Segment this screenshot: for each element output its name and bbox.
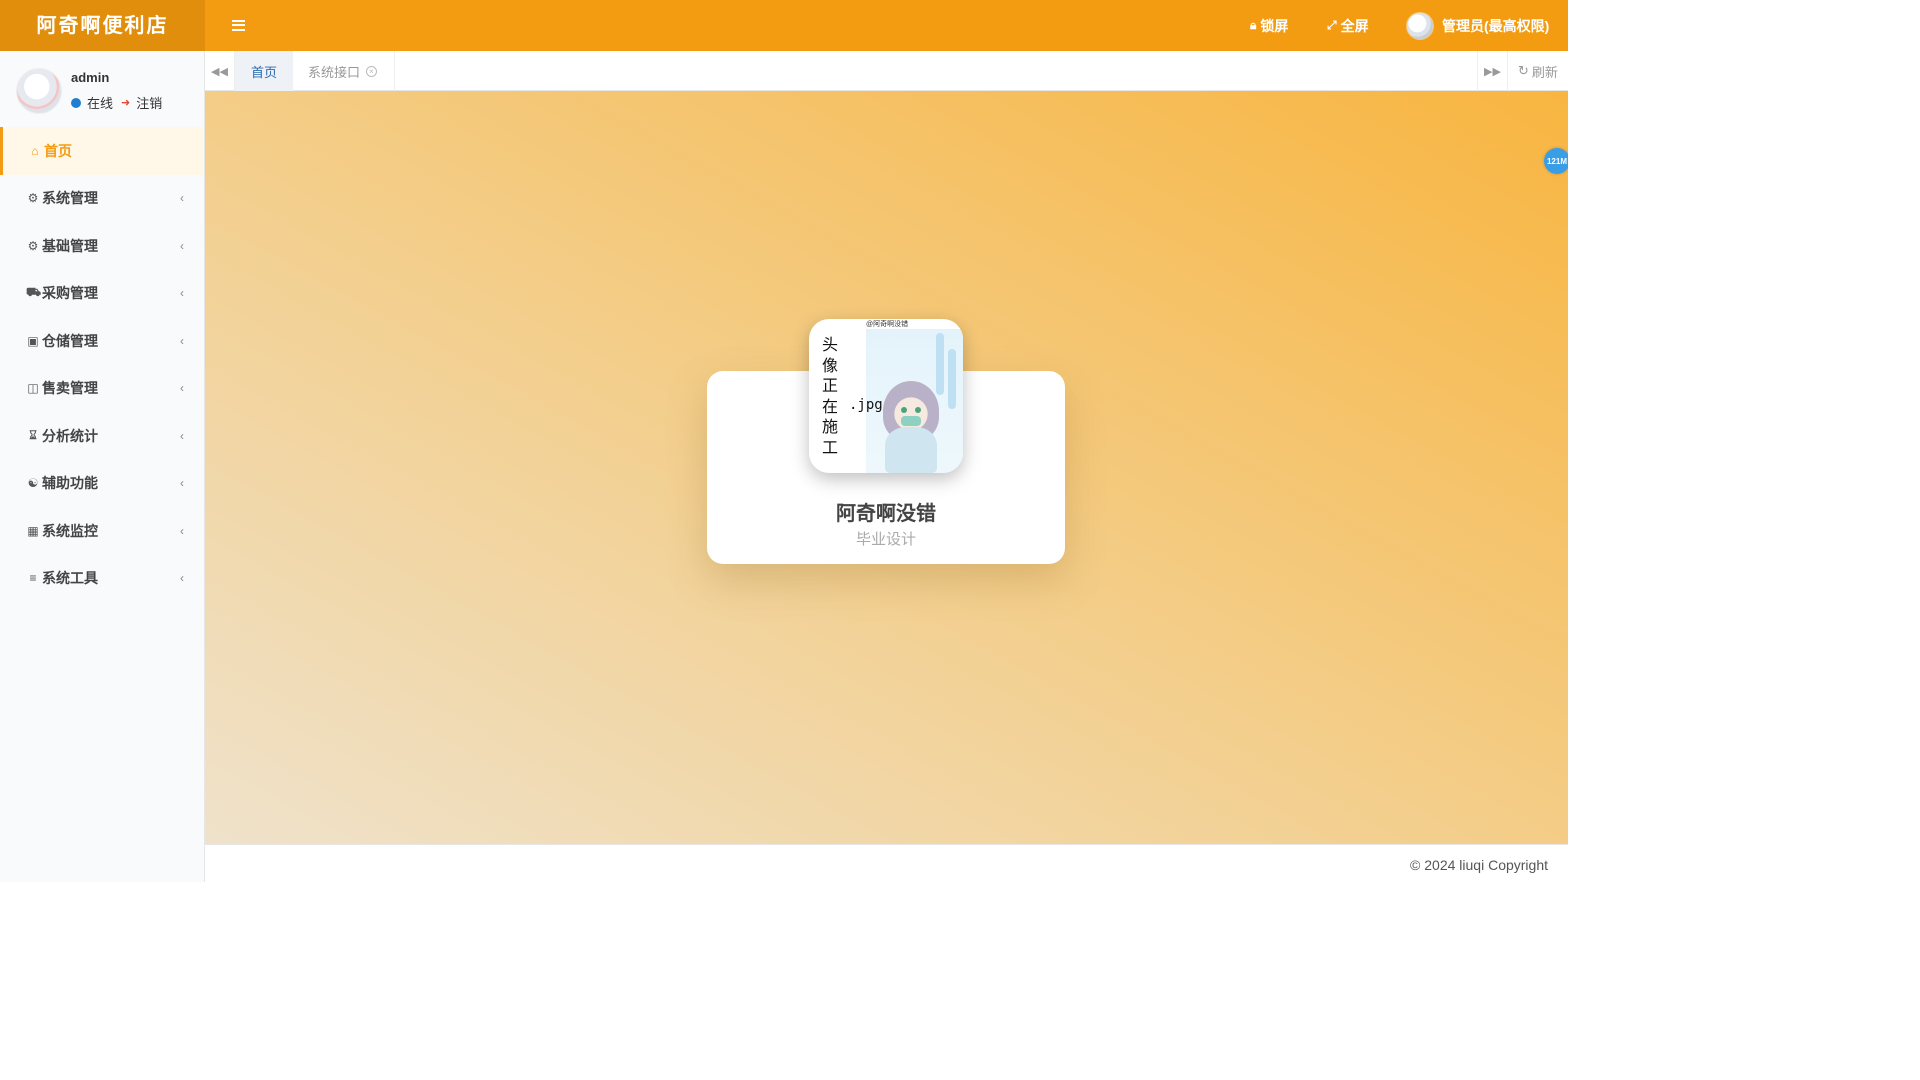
footer: © 2024 liuqi Copyright (205, 844, 1568, 882)
tabs-scroll-left-button[interactable]: ◀◀ (205, 51, 235, 91)
sidebar-item-basic-management[interactable]: ⚙ 基础管理 ‹ (0, 222, 204, 270)
cubes-icon: ▣ (27, 333, 39, 348)
avatar-tag (936, 333, 944, 395)
user-panel: admin 在线 ➜ 注销 (0, 51, 204, 127)
refresh-icon: ↻ (1518, 63, 1529, 78)
avatar-text: 头像正在施工 (822, 335, 839, 457)
user-role-label: 管理员(最高权限) (1442, 17, 1550, 34)
sidebar-item-monitoring[interactable]: ▦ 系统监控 ‹ (0, 507, 204, 555)
refresh-button[interactable]: ↻ 刷新 (1507, 51, 1568, 91)
sidebar-item-label: 基础管理 (42, 237, 98, 254)
character-body (885, 427, 937, 473)
sidebar-item-home[interactable]: ⌂ 首页 (0, 127, 204, 175)
truck-icon: ⛟ (26, 285, 42, 300)
refresh-label: 刷新 (1531, 64, 1558, 80)
hamburger-icon (231, 19, 245, 31)
main-content: 121M @阿奇啊没错 头像正在施工 .jpg 阿奇啊没错 毕业设计 (205, 91, 1568, 844)
chevron-left-icon: ‹ (180, 286, 184, 301)
sidebar-item-purchase-management[interactable]: ⛟ 采购管理 ‹ (0, 270, 204, 318)
sidebar-item-tools[interactable]: ≡ 系统工具 ‹ (0, 555, 204, 603)
sidebar-item-label: 系统管理 (42, 190, 98, 207)
profile-avatar: @阿奇啊没错 头像正在施工 .jpg (809, 319, 963, 473)
sidebar-item-sales-management[interactable]: ◫ 售卖管理 ‹ (0, 365, 204, 413)
logout-link[interactable]: ➜ 注销 (121, 93, 162, 112)
fullscreen-button[interactable]: ⤢ 全屏 (1327, 0, 1369, 51)
chevron-left-icon: ‹ (180, 333, 184, 348)
chevron-left-icon: ‹ (180, 238, 184, 253)
sidebar-item-warehouse-management[interactable]: ▣ 仓储管理 ‹ (0, 317, 204, 365)
chevron-left-icon: ‹ (180, 381, 184, 396)
username: admin (71, 70, 110, 85)
sidebar-item-analytics[interactable]: ⌛︎ 分析统计 ‹ (0, 412, 204, 460)
tabs-scroll-right-button[interactable]: ▶▶ (1477, 51, 1507, 91)
sidebar-item-label: 系统监控 (42, 522, 98, 539)
chevron-left-icon: ‹ (180, 523, 184, 538)
app-logo[interactable]: 阿奇啊便利店 (0, 0, 205, 51)
tab-home[interactable]: 首页 (235, 51, 293, 91)
logout-label: 注销 (136, 96, 163, 111)
gears-icon: ⚙ (27, 238, 39, 253)
sidebar-item-label: 辅助功能 (42, 475, 98, 492)
sidebar-item-system-management[interactable]: ⚙ 系统管理 ‹ (0, 175, 204, 223)
avatar-tag (948, 349, 956, 409)
backward-icon: ◀◀ (211, 65, 228, 78)
sidebar-item-label: 分析统计 (42, 427, 98, 444)
copyright-text: © 2024 liuqi Copyright (1410, 857, 1548, 873)
chevron-left-icon: ‹ (180, 476, 184, 491)
chevron-left-icon: ‹ (180, 571, 184, 586)
sidebar-item-auxiliary[interactable]: ☯ 辅助功能 ‹ (0, 460, 204, 508)
tab-system-api[interactable]: 系统接口 × (293, 51, 395, 91)
chevron-left-icon: ‹ (180, 428, 184, 443)
tab-label: 首页 (250, 64, 277, 80)
tab-label: 系统接口 (308, 64, 361, 80)
fullscreen-label: 全屏 (1340, 17, 1369, 34)
lock-screen-button[interactable]: 🔒︎ 锁屏 (1250, 0, 1288, 51)
sidebar-item-label: 系统工具 (42, 570, 98, 587)
online-status: 在线 (71, 93, 113, 112)
character-mask (901, 416, 921, 426)
lock-screen-label: 锁屏 (1260, 17, 1289, 34)
user-menu[interactable]: 管理员(最高权限) (1406, 0, 1549, 51)
character-eye (901, 407, 907, 413)
tabs-bar: ◀◀ 首页 系统接口 × ▶▶ ↻ 刷新 (205, 51, 1568, 91)
sidebar-nav: ⌂ 首页 ⚙ 系统管理 ‹ ⚙ 基础管理 ‹ ⛟ 采购管理 ‹ ▣ 仓储管理 ‹… (0, 127, 204, 602)
user-avatar (16, 68, 62, 114)
memory-badge[interactable]: 121M (1544, 148, 1568, 174)
sidebar-item-label: 采购管理 (42, 285, 98, 302)
profile-name: 阿奇啊没错 (836, 503, 936, 525)
sign-out-icon: ➜ (121, 97, 131, 109)
sidebar-item-label: 售卖管理 (42, 380, 98, 397)
lock-icon: 🔒︎ (1250, 18, 1257, 32)
sidebar-item-label: 首页 (44, 142, 72, 159)
hourglass-icon: ⌛︎ (29, 428, 37, 443)
arrows-alt-icon: ⤢ (1327, 18, 1337, 32)
chevron-left-icon: ‹ (180, 191, 184, 206)
forward-icon: ▶▶ (1484, 65, 1501, 78)
avatar (1406, 11, 1434, 40)
home-icon: ⌂ (31, 143, 39, 158)
sidebar-item-label: 仓储管理 (42, 332, 98, 349)
avatar-watermark: @阿奇啊没错 (866, 321, 909, 328)
character-eye (915, 407, 921, 413)
bars-icon: ≡ (29, 571, 37, 586)
close-icon[interactable]: × (366, 65, 378, 77)
sidebar-toggle-button[interactable] (222, 11, 254, 39)
avatar-suffix: .jpg (849, 397, 883, 413)
handshake-icon: ☯ (27, 476, 39, 491)
profile-subtitle: 毕业设计 (855, 531, 916, 548)
online-dot-icon (71, 97, 81, 108)
top-header: 阿奇啊便利店 🔒︎ 锁屏 ⤢ 全屏 管理员(最高权限) (0, 0, 1568, 51)
gear-icon: ⚙ (27, 191, 39, 206)
video-camera-icon: ▦ (27, 523, 39, 538)
sidebar: admin 在线 ➜ 注销 ⌂ 首页 ⚙ 系统管理 ‹ ⚙ 基础管理 ‹ ⛟ 采… (0, 51, 205, 882)
online-status-label: 在线 (87, 96, 114, 111)
shopping-bag-icon: ◫ (27, 381, 39, 396)
